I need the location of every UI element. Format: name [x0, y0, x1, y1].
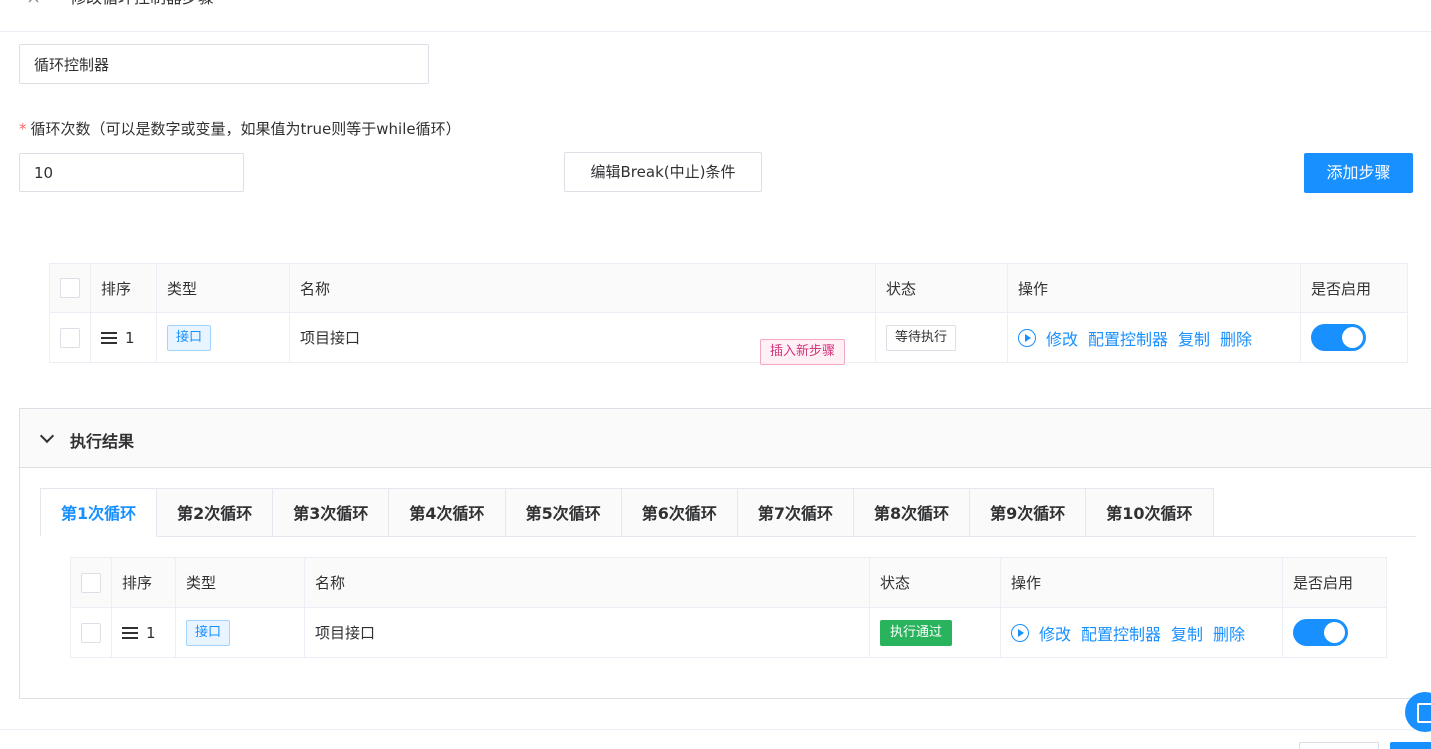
row-select — [50, 313, 91, 362]
tab-loop-3[interactable]: 第3次循环 — [273, 488, 390, 537]
close-icon[interactable]: × — [26, 0, 46, 8]
result-order-value: 1 — [146, 623, 156, 642]
tab-loop-7[interactable]: 第7次循环 — [737, 488, 854, 537]
result-col-actions: 操作 — [1001, 558, 1283, 607]
result-row-name: 项目接口 — [305, 608, 870, 657]
table-row: 1 接口 项目接口 执行通过 修改 配置控制器 复制 删除 — [71, 608, 1386, 657]
order-value: 1 — [125, 328, 135, 347]
tab-loop-5[interactable]: 第5次循环 — [505, 488, 622, 537]
result-row-type: 接口 — [176, 608, 305, 657]
dialog-header: × 修改循环控制器步骤 — [0, 0, 1431, 32]
header-select-all — [50, 264, 91, 312]
loop-count-input[interactable] — [19, 153, 244, 192]
result-col-order: 排序 — [112, 558, 176, 607]
col-enabled: 是否启用 — [1311, 279, 1372, 298]
result-row-checkbox[interactable] — [81, 622, 101, 643]
required-mark: * — [19, 120, 27, 138]
status-badge: 等待执行 — [886, 324, 957, 351]
table-header-row: 排序 类型 名称 状态 操作 是否启用 — [50, 264, 1407, 313]
table-row: 1 接口 项目接口 等待执行 修改 配置控制器 复制 删除 — [50, 313, 1407, 362]
tab-loop-10[interactable]: 第10次循环 — [1086, 488, 1214, 537]
delete-link[interactable]: 删除 — [1213, 621, 1245, 645]
tab-loop-6[interactable]: 第6次循环 — [621, 488, 738, 537]
select-all-checkbox[interactable] — [60, 278, 80, 298]
row-order: 1 — [91, 313, 157, 362]
dialog-title: 修改循环控制器步骤 — [70, 0, 214, 8]
result-row-actions: 修改 配置控制器 复制 删除 — [1001, 608, 1283, 657]
row-type: 接口 — [157, 313, 290, 362]
loop-count-label-text: 循环次数（可以是数字或变量，如果值为true则等于while循环） — [30, 120, 461, 138]
tab-loop-4[interactable]: 第4次循环 — [389, 488, 506, 537]
loop-count-label: * 循环次数（可以是数字或变量，如果值为true则等于while循环） — [19, 118, 461, 139]
result-row-enabled — [1283, 608, 1386, 657]
chevron-down-icon[interactable] — [39, 428, 55, 444]
status-badge: 执行通过 — [880, 619, 953, 646]
edit-link[interactable]: 修改 — [1046, 326, 1078, 350]
result-select-all-checkbox[interactable] — [81, 572, 101, 593]
edit-break-condition-button[interactable]: 编辑Break(中止)条件 — [564, 152, 762, 192]
delete-link[interactable]: 删除 — [1220, 326, 1252, 350]
loop-tabs: 第1次循环 第2次循环 第3次循环 第4次循环 第5次循环 第6次循环 第7次循… — [40, 488, 1214, 537]
result-row-order: 1 — [112, 608, 176, 657]
result-header-select-all — [71, 558, 112, 607]
feedback-icon[interactable] — [1405, 692, 1431, 732]
copy-link[interactable]: 复制 — [1171, 621, 1203, 645]
col-name: 名称 — [290, 264, 876, 312]
result-row-select — [71, 608, 112, 657]
result-col-type: 类型 — [176, 558, 305, 607]
tab-loop-9[interactable]: 第9次循环 — [970, 488, 1087, 537]
edit-link[interactable]: 修改 — [1039, 621, 1071, 645]
col-status: 状态 — [876, 264, 1008, 312]
result-table: 排序 类型 名称 状态 操作 是否启用 1 接口 项目接口 执行通过 修改 配置… — [70, 557, 1387, 658]
result-title: 执行结果 — [70, 432, 135, 451]
col-order: 排序 — [91, 264, 157, 312]
run-icon[interactable] — [1018, 328, 1036, 347]
enable-toggle[interactable] — [1311, 324, 1366, 351]
row-actions: 修改 配置控制器 复制 删除 — [1008, 313, 1301, 362]
result-col-name: 名称 — [305, 558, 870, 607]
result-table-header-row: 排序 类型 名称 状态 操作 是否启用 — [71, 558, 1386, 608]
run-icon[interactable] — [1011, 623, 1029, 642]
col-type: 类型 — [157, 264, 290, 312]
configure-controller-link[interactable]: 配置控制器 — [1081, 621, 1161, 645]
enable-toggle[interactable] — [1293, 619, 1348, 646]
configure-controller-link[interactable]: 配置控制器 — [1088, 326, 1168, 350]
col-actions: 操作 — [1008, 264, 1301, 312]
tab-loop-2[interactable]: 第2次循环 — [157, 488, 274, 537]
cancel-button[interactable] — [1299, 742, 1379, 749]
row-enabled — [1301, 313, 1407, 362]
insert-new-step-tag[interactable]: 插入新步骤 — [760, 339, 846, 365]
tab-loop-8[interactable]: 第8次循环 — [853, 488, 971, 537]
result-row-status: 执行通过 — [870, 608, 1001, 657]
drag-handle-icon[interactable] — [122, 626, 138, 639]
confirm-button[interactable] — [1390, 742, 1431, 749]
row-status: 等待执行 — [876, 313, 1008, 362]
result-col-status: 状态 — [870, 558, 1001, 607]
steps-table: 排序 类型 名称 状态 操作 是否启用 1 接口 项目接口 等待执行 修改 配置… — [49, 263, 1408, 363]
tab-loop-1[interactable]: 第1次循环 — [40, 488, 158, 537]
result-panel-header[interactable]: 执行结果 — [20, 409, 1431, 468]
copy-link[interactable]: 复制 — [1178, 326, 1210, 350]
footer-divider — [0, 729, 1431, 730]
result-col-enabled: 是否启用 — [1293, 574, 1354, 592]
drag-handle-icon[interactable] — [101, 331, 117, 344]
row-checkbox[interactable] — [60, 327, 80, 348]
controller-name-input[interactable] — [19, 44, 429, 84]
result-type-tag: 接口 — [186, 619, 231, 646]
add-step-button[interactable]: 添加步骤 — [1304, 153, 1413, 193]
type-tag: 接口 — [167, 324, 212, 351]
